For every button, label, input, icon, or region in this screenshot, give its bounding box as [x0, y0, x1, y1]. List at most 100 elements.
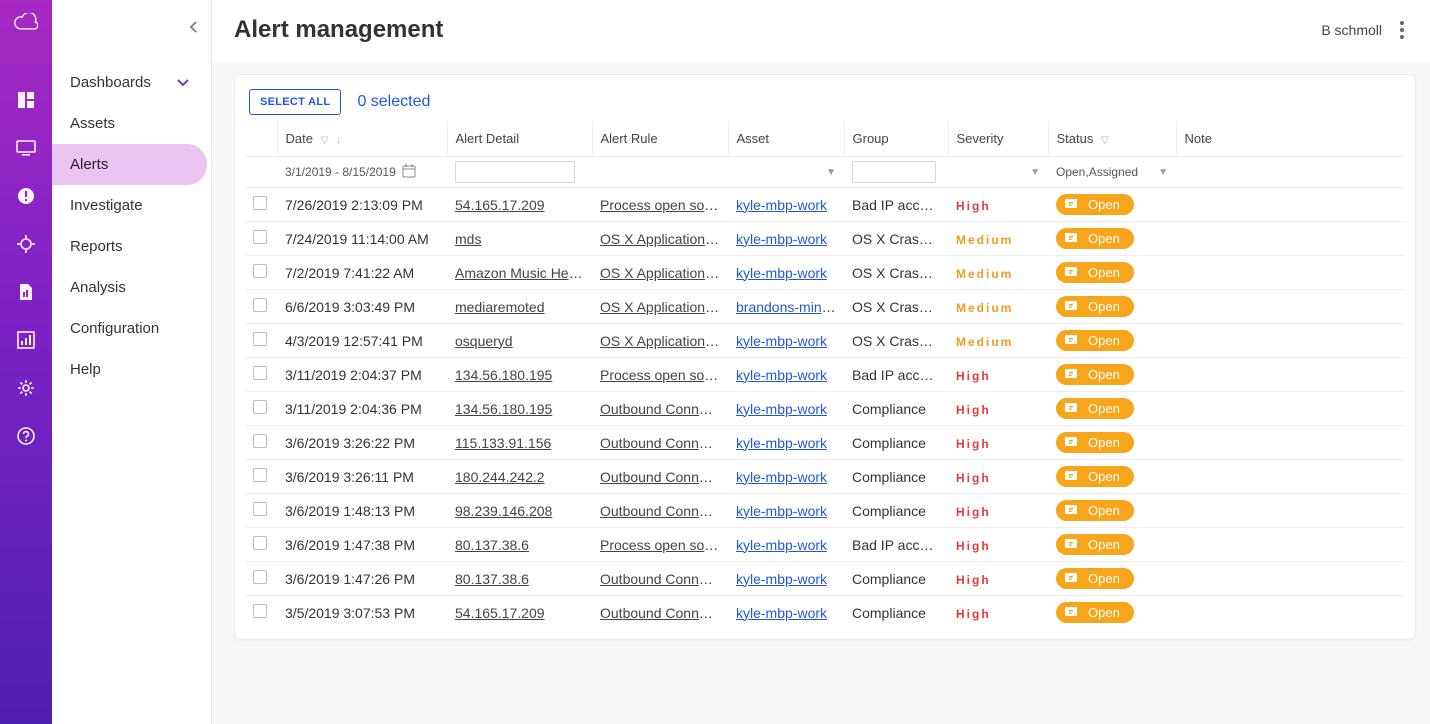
- status-pill[interactable]: Open: [1056, 432, 1134, 453]
- row-checkbox[interactable]: [253, 434, 267, 448]
- row-checkbox[interactable]: [253, 230, 267, 244]
- detail-filter-input[interactable]: [455, 161, 575, 183]
- alert-rule-link[interactable]: OS X Application and: [600, 231, 728, 247]
- sidebar-item-dashboards[interactable]: Dashboards: [52, 62, 207, 103]
- alert-rule-link[interactable]: Outbound Connection: [600, 605, 728, 621]
- status-pill[interactable]: Open: [1056, 466, 1134, 487]
- status-pill[interactable]: Open: [1056, 194, 1134, 215]
- analysis-rail-icon[interactable]: [14, 328, 38, 352]
- configuration-rail-icon[interactable]: [14, 376, 38, 400]
- sidebar-item-investigate[interactable]: Investigate: [52, 185, 207, 226]
- row-checkbox[interactable]: [253, 298, 267, 312]
- row-checkbox[interactable]: [253, 468, 267, 482]
- status-filter-dropdown[interactable]: Open,Assigned▼: [1056, 165, 1168, 179]
- status-pill[interactable]: Open: [1056, 568, 1134, 589]
- user-name[interactable]: B schmoll: [1321, 22, 1382, 38]
- asset-link[interactable]: kyle-mbp-work: [736, 333, 827, 349]
- alert-detail-link[interactable]: osqueryd: [455, 333, 513, 349]
- reports-rail-icon[interactable]: [14, 280, 38, 304]
- asset-link[interactable]: kyle-mbp-work: [736, 197, 827, 213]
- alert-rule-link[interactable]: Process open sockets: [600, 197, 728, 213]
- status-pill[interactable]: Open: [1056, 398, 1134, 419]
- group-filter-input[interactable]: [852, 161, 936, 183]
- asset-link[interactable]: kyle-mbp-work: [736, 571, 827, 587]
- alert-rule-link[interactable]: Outbound Connection: [600, 435, 728, 451]
- status-pill[interactable]: Open: [1056, 330, 1134, 351]
- row-checkbox[interactable]: [253, 332, 267, 346]
- status-pill[interactable]: Open: [1056, 500, 1134, 521]
- alert-detail-link[interactable]: mediaremoted: [455, 299, 545, 315]
- alert-rule-link[interactable]: Process open sockets: [600, 367, 728, 383]
- alert-detail-link[interactable]: 134.56.180.195: [455, 367, 552, 383]
- asset-filter-dropdown[interactable]: ▼: [736, 167, 836, 178]
- asset-link[interactable]: kyle-mbp-work: [736, 435, 827, 451]
- select-all-button[interactable]: SELECT ALL: [249, 89, 341, 115]
- alert-rule-link[interactable]: OS X Application and: [600, 265, 728, 281]
- status-pill[interactable]: Open: [1056, 534, 1134, 555]
- alert-detail-link[interactable]: 180.244.242.2: [455, 469, 545, 485]
- sidebar-item-help[interactable]: Help: [52, 349, 207, 390]
- alerts-rail-icon[interactable]: [14, 184, 38, 208]
- alert-detail-link[interactable]: mds: [455, 231, 481, 247]
- col-header-detail[interactable]: Alert Detail: [447, 121, 592, 157]
- status-pill[interactable]: Open: [1056, 228, 1134, 249]
- asset-link[interactable]: kyle-mbp-work: [736, 469, 827, 485]
- col-header-rule[interactable]: Alert Rule: [592, 121, 728, 157]
- asset-link[interactable]: kyle-mbp-work: [736, 537, 827, 553]
- asset-link[interactable]: kyle-mbp-work: [736, 605, 827, 621]
- row-checkbox[interactable]: [253, 536, 267, 550]
- col-header-status[interactable]: Status ▽: [1048, 121, 1176, 157]
- alert-rule-link[interactable]: Outbound Connection: [600, 469, 728, 485]
- row-checkbox[interactable]: [253, 366, 267, 380]
- sidebar-item-assets[interactable]: Assets: [52, 103, 207, 144]
- sidebar-item-alerts[interactable]: Alerts: [52, 144, 207, 185]
- alert-rule-link[interactable]: OS X Application and: [600, 299, 728, 315]
- col-header-group[interactable]: Group: [844, 121, 948, 157]
- asset-link[interactable]: kyle-mbp-work: [736, 231, 827, 247]
- sidebar-collapse-icon[interactable]: [189, 20, 199, 37]
- row-checkbox[interactable]: [253, 196, 267, 210]
- status-pill[interactable]: Open: [1056, 296, 1134, 317]
- alert-rule-link[interactable]: OS X Application and: [600, 333, 728, 349]
- sidebar-item-configuration[interactable]: Configuration: [52, 308, 207, 349]
- alert-rule-link[interactable]: Outbound Connection: [600, 401, 728, 417]
- row-checkbox[interactable]: [253, 570, 267, 584]
- asset-link[interactable]: kyle-mbp-work: [736, 265, 827, 281]
- row-checkbox[interactable]: [253, 400, 267, 414]
- asset-link[interactable]: kyle-mbp-work: [736, 503, 827, 519]
- asset-link[interactable]: kyle-mbp-work: [736, 367, 827, 383]
- row-checkbox[interactable]: [253, 502, 267, 516]
- status-pill[interactable]: Open: [1056, 602, 1134, 623]
- row-checkbox[interactable]: [253, 264, 267, 278]
- alert-detail-link[interactable]: 115.133.91.156: [455, 435, 551, 451]
- row-checkbox[interactable]: [253, 604, 267, 618]
- alert-rule-link[interactable]: Outbound Connection: [600, 571, 728, 587]
- col-header-asset[interactable]: Asset: [728, 121, 844, 157]
- status-pill[interactable]: Open: [1056, 364, 1134, 385]
- investigate-rail-icon[interactable]: [14, 232, 38, 256]
- alert-detail-link[interactable]: 54.165.17.209: [455, 605, 545, 621]
- severity-filter-dropdown[interactable]: ▼: [956, 167, 1040, 178]
- asset-link[interactable]: brandons-mini.fios: [736, 299, 844, 315]
- assets-rail-icon[interactable]: [14, 136, 38, 160]
- col-header-date[interactable]: Date ▽ ↓: [277, 121, 447, 157]
- cloud-logo-icon[interactable]: [14, 10, 38, 34]
- col-header-severity[interactable]: Severity: [948, 121, 1048, 157]
- status-pill[interactable]: Open: [1056, 262, 1134, 283]
- sidebar-item-analysis[interactable]: Analysis: [52, 267, 207, 308]
- help-rail-icon[interactable]: [14, 424, 38, 448]
- alert-detail-link[interactable]: 134.56.180.195: [455, 401, 552, 417]
- dashboard-rail-icon[interactable]: [14, 88, 38, 112]
- alert-detail-link[interactable]: 54.165.17.209: [455, 197, 545, 213]
- asset-link[interactable]: kyle-mbp-work: [736, 401, 827, 417]
- alert-detail-link[interactable]: 98.239.146.208: [455, 503, 552, 519]
- sidebar-item-reports[interactable]: Reports: [52, 226, 207, 267]
- alert-detail-link[interactable]: 80.137.38.6: [455, 537, 529, 553]
- date-range-filter[interactable]: 3/1/2019 - 8/15/2019: [285, 164, 439, 181]
- alert-detail-link[interactable]: 80.137.38.6: [455, 571, 529, 587]
- kebab-menu-icon[interactable]: [1396, 17, 1408, 43]
- col-header-note[interactable]: Note: [1176, 121, 1405, 157]
- alert-rule-link[interactable]: Process open sockets: [600, 537, 728, 553]
- alert-rule-link[interactable]: Outbound Connection: [600, 503, 728, 519]
- alert-detail-link[interactable]: Amazon Music Helper: [455, 265, 592, 281]
